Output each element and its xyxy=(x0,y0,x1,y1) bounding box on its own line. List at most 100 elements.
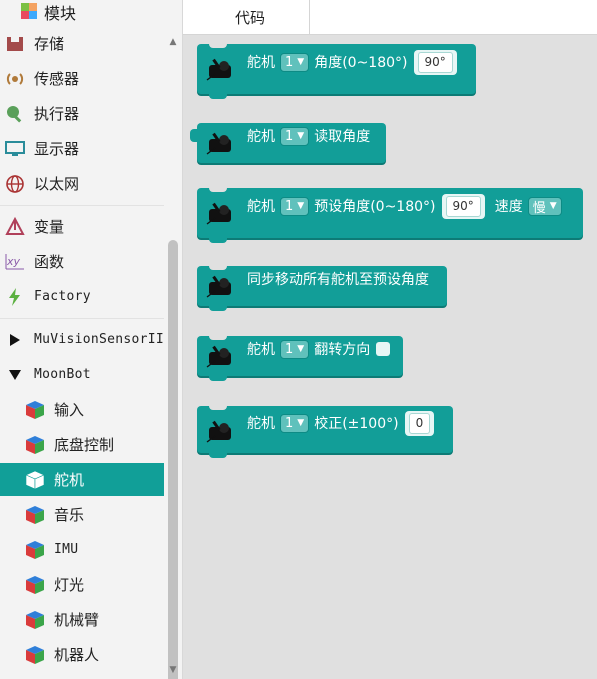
display-icon xyxy=(5,139,25,159)
servo-flip-direction-block[interactable]: 舵机 1 ▼ 翻转方向 xyxy=(197,335,403,381)
speed-dropdown[interactable]: 慢 ▼ xyxy=(527,196,562,216)
port-dropdown[interactable]: 1 ▼ xyxy=(280,339,310,359)
servo-icon xyxy=(205,342,235,370)
dropdown-arrow-icon: ▼ xyxy=(549,201,557,211)
sidebar-item-label: 传感器 xyxy=(34,70,80,88)
block-label: 舵机 xyxy=(247,199,275,215)
tab-bar: 代码 xyxy=(183,0,597,35)
port-dropdown[interactable]: 1 ▼ xyxy=(280,196,310,216)
cube-icon xyxy=(25,400,45,420)
sidebar-item-function[interactable]: xy 函数 xyxy=(0,245,164,278)
angle-input[interactable]: 90° xyxy=(445,195,481,217)
calibration-input[interactable]: 0 xyxy=(408,412,431,434)
servo-icon xyxy=(205,272,235,300)
sidebar-item-label: 变量 xyxy=(34,218,65,236)
scrollbar-thumb[interactable] xyxy=(168,240,178,679)
servo-icon xyxy=(205,417,235,445)
sidebar-item-modules[interactable]: 模块 xyxy=(0,0,164,28)
block-label: 翻转方向 xyxy=(314,342,371,358)
servo-icon xyxy=(205,199,235,227)
sidebar-item-label: MuVisionSensorII xyxy=(34,332,165,347)
flip-checkbox[interactable] xyxy=(376,342,391,356)
value-socket: 0 xyxy=(404,410,435,436)
dropdown-arrow-icon: ▼ xyxy=(297,57,305,67)
sidebar-item-label: 机械臂 xyxy=(54,611,100,629)
servo-calibrate-block[interactable]: 舵机 1 ▼ 校正(±100°) 0 xyxy=(197,405,453,458)
sidebar-item-label: 底盘控制 xyxy=(54,436,115,454)
block-label: 速度 xyxy=(494,199,523,215)
sidebar-item-arm[interactable]: 机械臂 xyxy=(0,603,164,636)
dropdown-arrow-icon: ▼ xyxy=(297,201,305,211)
cube-icon xyxy=(25,645,45,665)
actuator-icon xyxy=(5,104,25,124)
sidebar-item-label: 舵机 xyxy=(54,471,85,489)
category-sidebar: 模块 存储 传感器 执行器 显示器 以太网 变量 xy 函数 Factory M… xyxy=(0,0,183,679)
block-label: 舵机 xyxy=(247,342,275,358)
dropdown-arrow-icon: ▼ xyxy=(297,344,305,354)
sidebar-item-label: 函数 xyxy=(34,253,65,271)
sidebar-item-label: Factory xyxy=(34,289,91,304)
block-label: 校正(±100°) xyxy=(314,416,399,432)
servo-angle-block[interactable]: 舵机 1 ▼ 角度(0~180°) 90° xyxy=(197,43,476,99)
sidebar-item-imu[interactable]: IMU xyxy=(0,533,164,566)
sidebar-item-chassis[interactable]: 底盘控制 xyxy=(0,428,164,461)
puzzle-icon xyxy=(20,2,40,22)
sidebar-item-label: 显示器 xyxy=(34,140,80,158)
cube-icon xyxy=(25,540,45,560)
ethernet-icon xyxy=(5,174,25,194)
sidebar-item-label: 以太网 xyxy=(34,175,80,193)
sidebar-item-display[interactable]: 显示器 xyxy=(0,132,164,165)
cube-icon xyxy=(25,610,45,630)
servo-preset-angle-block[interactable]: 舵机 1 ▼ 预设角度(0~180°) 90° 速度 慢 ▼ xyxy=(197,187,583,243)
value-socket: 90° xyxy=(413,49,457,75)
sensor-icon xyxy=(5,69,25,89)
sidebar-item-actuator[interactable]: 执行器 xyxy=(0,97,164,130)
sidebar-item-label: 执行器 xyxy=(34,105,80,123)
sidebar-item-label: 输入 xyxy=(54,401,85,419)
sidebar-item-label: 模块 xyxy=(44,3,77,23)
sidebar-item-ethernet[interactable]: 以太网 xyxy=(0,167,164,200)
sidebar-item-robot[interactable]: 机器人 xyxy=(0,638,164,671)
tab-code[interactable]: 代码 xyxy=(191,0,310,34)
sidebar-item-moonbot[interactable]: MoonBot xyxy=(0,358,164,391)
variable-icon xyxy=(5,216,25,237)
sidebar-scrollbar[interactable]: ▲ ▼ xyxy=(165,35,181,679)
servo-read-angle-block[interactable]: 舵机 1 ▼ 读取角度 xyxy=(190,123,386,163)
sidebar-item-label: MoonBot xyxy=(34,367,91,382)
angle-input[interactable]: 90° xyxy=(417,51,453,73)
sidebar-item-input[interactable]: 输入 xyxy=(0,393,164,426)
sidebar-item-label: 灯光 xyxy=(54,576,85,594)
sidebar-item-label: IMU xyxy=(54,542,79,557)
sidebar-item-label: 机器人 xyxy=(54,646,100,664)
servo-icon xyxy=(205,129,235,157)
dropdown-arrow-icon: ▼ xyxy=(297,418,305,428)
scroll-up-icon[interactable]: ▲ xyxy=(168,37,178,47)
collapse-arrow-icon xyxy=(5,365,25,385)
scroll-down-icon[interactable]: ▼ xyxy=(168,665,178,675)
dropdown-arrow-icon: ▼ xyxy=(297,131,305,141)
block-workspace[interactable]: 舵机 1 ▼ 角度(0~180°) 90° 舵机 1 ▼ 读取角度 舵机 1 ▼ 预设… xyxy=(183,35,597,679)
divider xyxy=(0,205,164,206)
function-icon: xy xyxy=(5,252,25,272)
block-label: 读取角度 xyxy=(314,129,371,145)
cube-icon xyxy=(25,435,45,455)
sidebar-item-servo[interactable]: 舵机 xyxy=(0,463,164,496)
sidebar-item-factory[interactable]: Factory xyxy=(0,280,164,313)
svg-text:xy: xy xyxy=(6,255,21,268)
port-dropdown[interactable]: 1 ▼ xyxy=(280,52,310,72)
cube-icon xyxy=(25,575,45,595)
divider xyxy=(0,318,164,319)
block-label: 舵机 xyxy=(247,55,275,71)
sidebar-item-label: 音乐 xyxy=(54,506,85,524)
sidebar-item-storage[interactable]: 存储 xyxy=(0,27,164,60)
port-dropdown[interactable]: 1 ▼ xyxy=(280,126,310,146)
value-socket: 90° xyxy=(441,193,485,219)
block-label: 同步移动所有舵机至预设角度 xyxy=(247,272,429,288)
sidebar-item-music[interactable]: 音乐 xyxy=(0,498,164,531)
sidebar-item-sensor[interactable]: 传感器 xyxy=(0,62,164,95)
sidebar-item-muvisionsensor[interactable]: MuVisionSensorII xyxy=(0,323,164,356)
port-dropdown[interactable]: 1 ▼ xyxy=(280,413,310,433)
sidebar-item-variable[interactable]: 变量 xyxy=(0,210,164,243)
servo-sync-move-block[interactable]: 同步移动所有舵机至预设角度 xyxy=(197,265,447,311)
sidebar-item-light[interactable]: 灯光 xyxy=(0,568,164,601)
